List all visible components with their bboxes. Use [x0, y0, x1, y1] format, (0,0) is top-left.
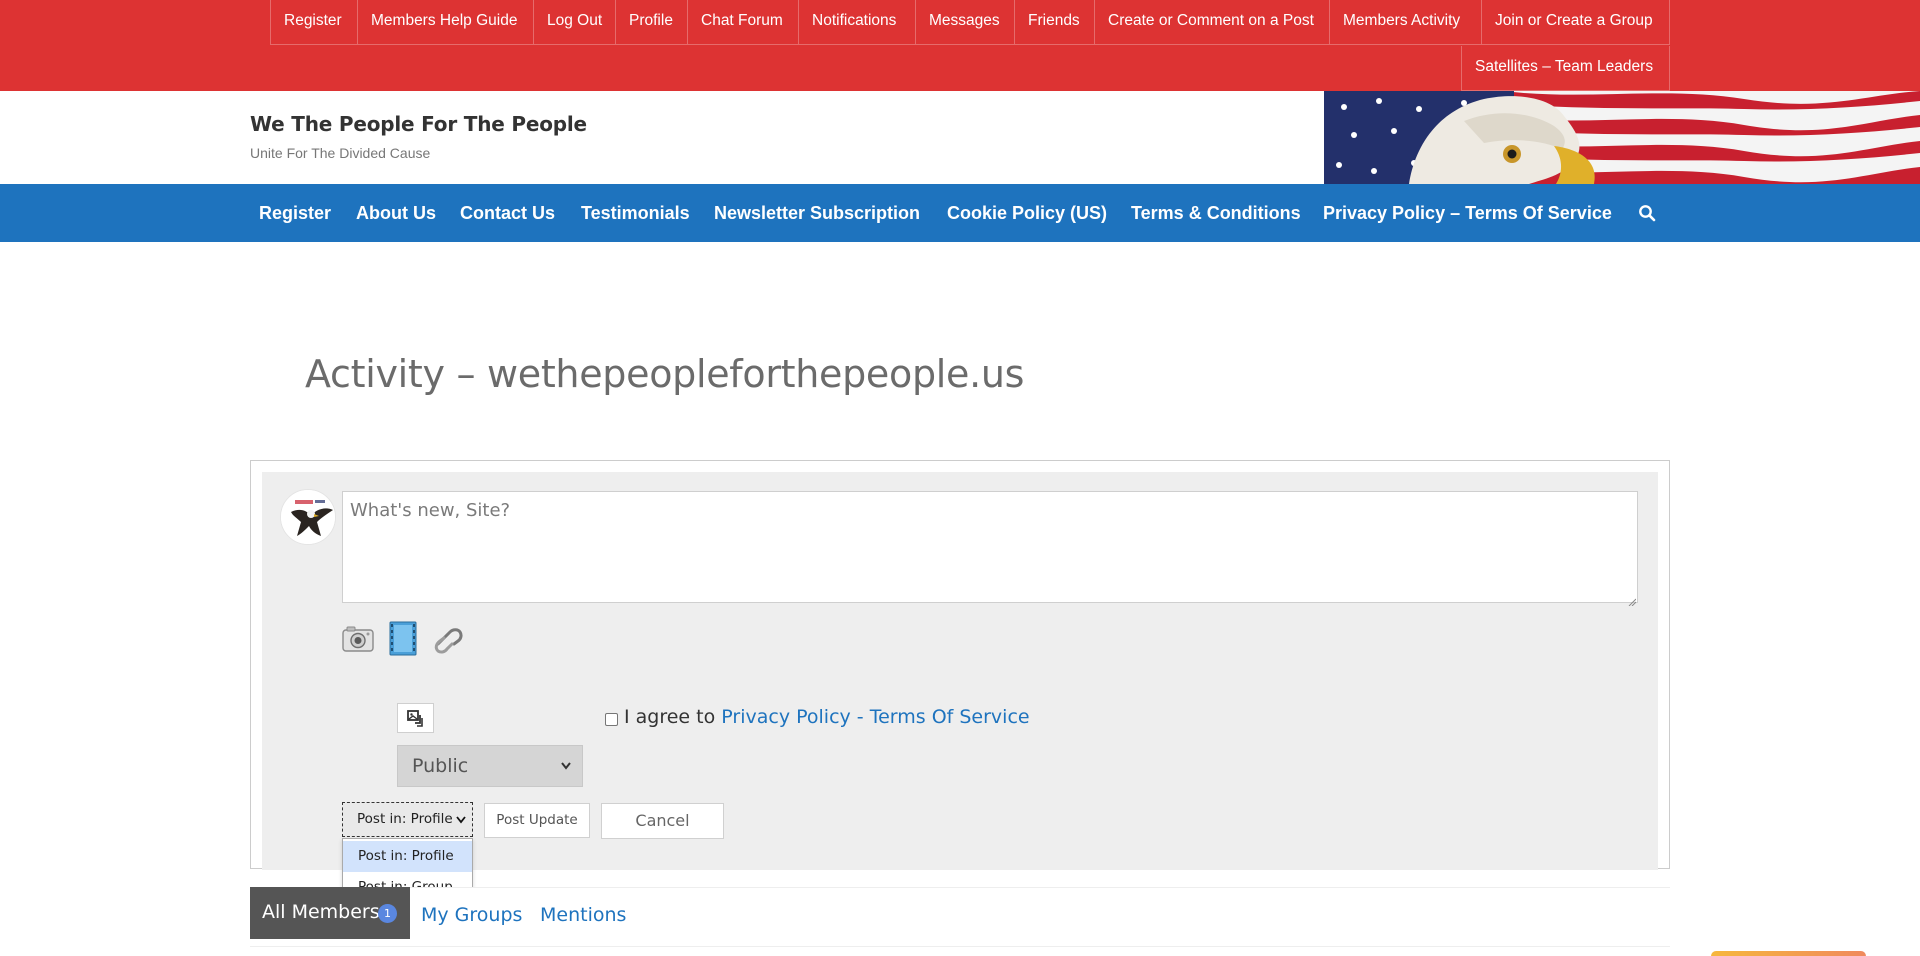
- chevron-down-icon: [560, 746, 572, 802]
- tab-my-groups[interactable]: My Groups: [421, 904, 522, 926]
- top-menu-create-or-comment[interactable]: Create or Comment on a Post: [1094, 0, 1329, 45]
- link-icon[interactable]: [430, 620, 466, 656]
- nav-register[interactable]: Register: [259, 184, 331, 242]
- post-in-option-profile[interactable]: Post in: Profile: [343, 841, 472, 872]
- tab-all-members-label: All Members: [262, 901, 380, 923]
- top-menu-join-or-create-group[interactable]: Join or Create a Group: [1481, 0, 1670, 45]
- image-switch-button[interactable]: [397, 703, 434, 733]
- nav-contact-us[interactable]: Contact Us: [460, 184, 555, 242]
- top-menu-members-activity[interactable]: Members Activity: [1329, 0, 1481, 45]
- post-in-select[interactable]: Post in: Profile: [342, 802, 473, 837]
- visibility-select[interactable]: Public: [397, 745, 583, 787]
- image-switch-icon: [407, 709, 425, 732]
- tab-all-members-count-badge: 1: [378, 904, 397, 923]
- video-icon[interactable]: [385, 620, 421, 656]
- nav-terms-conditions[interactable]: Terms & Conditions: [1131, 184, 1301, 242]
- nav-about-us[interactable]: About Us: [356, 184, 436, 242]
- top-menu-satellites-team-leaders[interactable]: Satellites – Team Leaders: [1461, 46, 1670, 91]
- nav-privacy-policy[interactable]: Privacy Policy – Terms Of Service: [1323, 184, 1612, 242]
- page-title: Activity – wethepeopleforthepeople.us: [305, 352, 1025, 396]
- tab-all-members[interactable]: All Members 1: [250, 887, 410, 939]
- header-flag-eagle-image: [1324, 91, 1920, 184]
- top-menu-notifications[interactable]: Notifications: [798, 0, 915, 45]
- top-menu-friends[interactable]: Friends: [1014, 0, 1094, 45]
- agree-terms-prefix: I agree to: [624, 706, 722, 728]
- camera-icon[interactable]: [340, 620, 376, 656]
- site-tagline: Unite For The Divided Cause: [250, 145, 431, 161]
- post-in-select-value: Post in: Profile: [357, 811, 453, 827]
- textarea-resize-grip[interactable]: [1628, 593, 1637, 607]
- whats-new-textarea[interactable]: [342, 491, 1638, 603]
- search-icon[interactable]: [1638, 204, 1658, 224]
- tab-mentions[interactable]: Mentions: [540, 904, 626, 926]
- top-menu-messages[interactable]: Messages: [915, 0, 1014, 45]
- top-menu-register[interactable]: Register: [270, 0, 357, 45]
- avatar[interactable]: [280, 489, 336, 545]
- cancel-button[interactable]: Cancel: [601, 803, 724, 839]
- nav-testimonials[interactable]: Testimonials: [581, 184, 690, 242]
- top-menu-chat-forum[interactable]: Chat Forum: [687, 0, 798, 45]
- top-menu-bar: Register Members Help Guide Log Out Prof…: [0, 0, 1920, 91]
- main-navigation: Register About Us Contact Us Testimonial…: [0, 184, 1920, 242]
- nav-newsletter-subscription[interactable]: Newsletter Subscription: [714, 184, 920, 242]
- agree-terms-checkbox[interactable]: [605, 713, 618, 726]
- floating-widget-tab[interactable]: [1711, 951, 1866, 956]
- privacy-policy-terms-link[interactable]: Privacy Policy - Terms Of Service: [721, 706, 1029, 728]
- agree-terms-label: I agree to Privacy Policy - Terms Of Ser…: [624, 706, 1030, 728]
- visibility-select-value: Public: [412, 755, 469, 777]
- post-update-button[interactable]: Post Update: [484, 803, 590, 838]
- top-menu-log-out[interactable]: Log Out: [533, 0, 615, 45]
- site-title[interactable]: We The People For The People: [250, 112, 587, 136]
- top-menu-profile[interactable]: Profile: [615, 0, 687, 45]
- nav-cookie-policy[interactable]: Cookie Policy (US): [947, 184, 1107, 242]
- top-menu-members-help-guide[interactable]: Members Help Guide: [357, 0, 533, 45]
